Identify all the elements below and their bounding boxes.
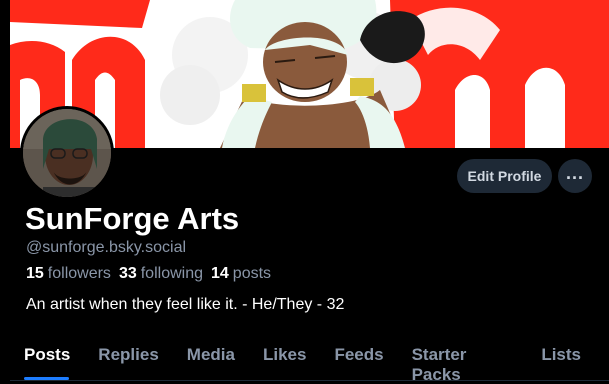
tab-lists[interactable]: Lists xyxy=(541,345,581,375)
tab-posts[interactable]: Posts xyxy=(24,345,70,375)
profile-tabs: Posts Replies Media Likes Feeds Starter … xyxy=(24,345,609,384)
followers-link[interactable]: 15 followers xyxy=(26,265,111,283)
tab-media[interactable]: Media xyxy=(187,345,235,375)
tab-starter-packs[interactable]: Starter Packs xyxy=(412,345,514,384)
bio: An artist when they feel like it. - He/T… xyxy=(26,296,345,313)
left-edge xyxy=(0,0,10,384)
tabs-divider xyxy=(10,380,609,381)
display-name: SunForge Arts xyxy=(25,201,240,236)
avatar[interactable] xyxy=(20,106,114,200)
edit-profile-button[interactable]: Edit Profile xyxy=(457,159,552,193)
following-link[interactable]: 33 following xyxy=(119,265,203,283)
tab-feeds[interactable]: Feeds xyxy=(334,345,383,375)
tab-replies[interactable]: Replies xyxy=(98,345,158,375)
profile-stats: 15 followers 33 following 14 posts xyxy=(26,265,271,283)
more-options-button[interactable]: ... xyxy=(558,159,592,193)
ellipsis-icon: ... xyxy=(565,163,584,183)
posts-count: 14 posts xyxy=(211,265,272,282)
tab-likes[interactable]: Likes xyxy=(263,345,306,375)
handle: @sunforge.bsky.social xyxy=(26,239,187,256)
avatar-photo xyxy=(23,109,111,197)
